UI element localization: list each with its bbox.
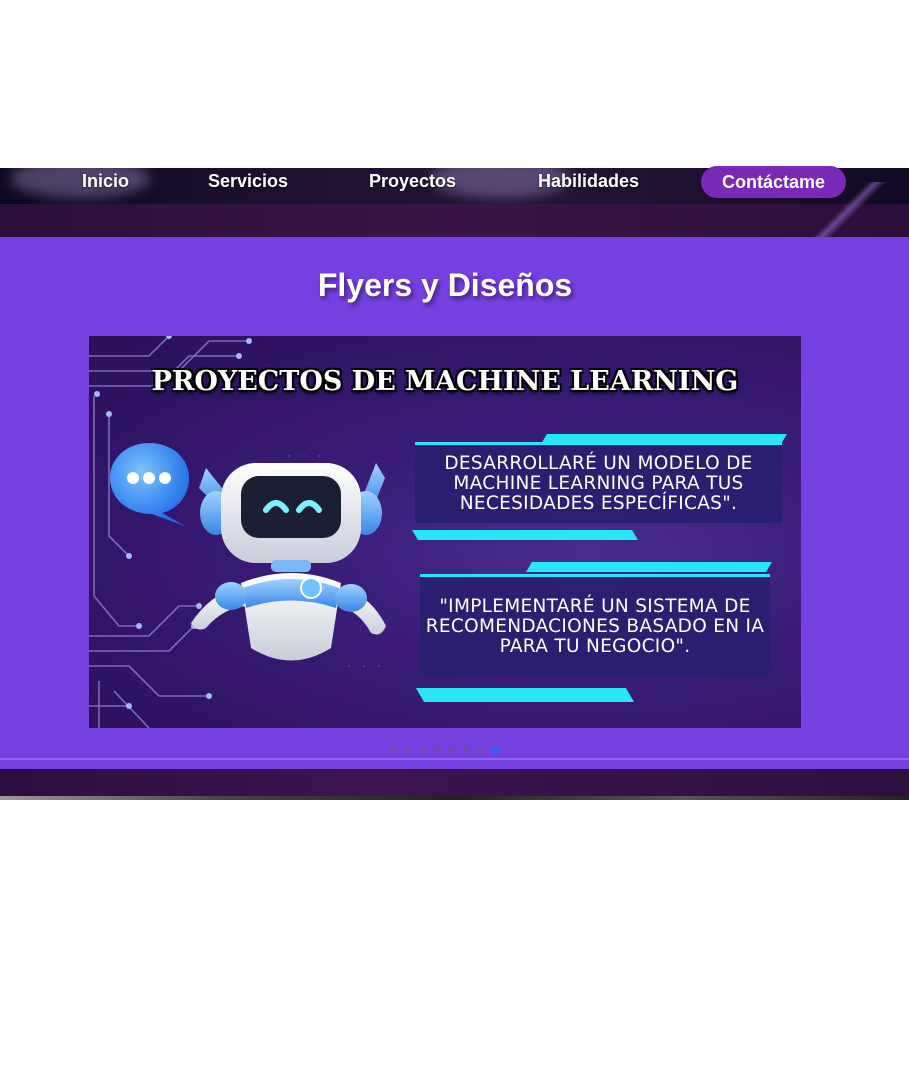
flyer-panel-1: DESARROLLARÉ UN MODELO DE MACHINE LEARNI… [415,442,782,523]
navbar-band [0,204,909,237]
nav-link-habilidades[interactable]: Habilidades [538,170,639,192]
carousel-dot[interactable] [419,747,426,754]
section-divider [0,758,909,760]
flyer-title: PROYECTOS DE MACHINE LEARNING [151,366,739,397]
carousel-dot[interactable] [463,747,470,754]
nav-link-servicios[interactable]: Servicios [208,170,288,192]
carousel-dot[interactable] [448,747,455,754]
carousel-dot-active[interactable] [492,747,499,754]
cyan-accent-bar [415,688,635,702]
section-title: Flyers y Diseños [317,267,573,303]
nav-link-proyectos[interactable]: Proyectos [369,170,456,192]
carousel-dot[interactable] [390,747,397,754]
robot-illustration [191,463,386,661]
footer-edge [0,796,909,800]
cyan-accent-bar [412,530,638,540]
carousel-dot[interactable] [434,747,441,754]
contact-button[interactable]: Contáctame [701,166,846,198]
cyan-accent-bar [526,562,772,572]
flyer-panel-2-text: "IMPLEMENTARÉ UN SISTEMA DE RECOMENDACIO… [425,596,765,657]
nav-link-inicio[interactable]: Inicio [82,170,129,192]
flyer-slide-image[interactable]: PROYECTOS DE MACHINE LEARNING DESARROLLA… [89,336,801,728]
carousel-dot[interactable] [405,747,412,754]
flyer-panel-1-text: DESARROLLARÉ UN MODELO DE MACHINE LEARNI… [444,453,753,514]
carousel-dot[interactable] [477,747,484,754]
flyer-panel-2: "IMPLEMENTARÉ UN SISTEMA DE RECOMENDACIO… [420,574,770,677]
